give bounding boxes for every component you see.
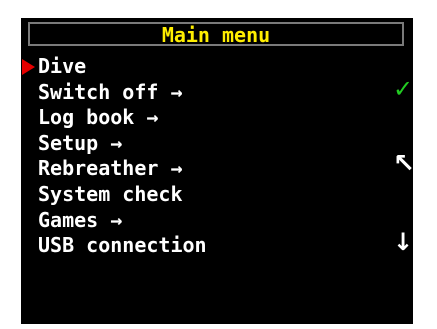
device-screen: Main menu Dive Switch off → Log book → S… xyxy=(21,18,413,324)
menu-item-system-check[interactable]: System check xyxy=(21,182,361,208)
next-button[interactable]: ↓ xyxy=(393,226,413,258)
menu-item-log-book[interactable]: Log book → xyxy=(21,105,361,131)
menu-item-label: System check xyxy=(38,181,183,206)
menu-item-setup[interactable]: Setup → xyxy=(21,131,361,157)
back-button[interactable]: ↖ xyxy=(393,148,413,180)
menu-item-dive[interactable]: Dive xyxy=(21,54,361,80)
arrow-up-left-icon: ↖ xyxy=(393,149,413,179)
main-menu-list: Dive Switch off → Log book → Setup → Reb… xyxy=(21,54,361,259)
arrow-down-icon: ↓ xyxy=(393,228,413,256)
menu-item-games[interactable]: Games → xyxy=(21,208,361,234)
selection-cursor-icon xyxy=(22,59,35,75)
checkmark-icon: ✓ xyxy=(393,75,413,103)
menu-item-label: Rebreather → xyxy=(38,156,183,181)
menu-item-label: Dive xyxy=(38,54,87,78)
menu-item-usb-connection[interactable]: USB connection xyxy=(21,233,361,259)
menu-item-label: Games → xyxy=(38,207,123,232)
menu-item-label: Log book → xyxy=(38,105,159,130)
menu-item-label: USB connection xyxy=(38,233,207,258)
confirm-button[interactable]: ✓ xyxy=(393,73,413,105)
menu-item-rebreather[interactable]: Rebreather → xyxy=(21,156,361,182)
menu-item-label: Setup → xyxy=(38,130,123,155)
menu-item-switch-off[interactable]: Switch off → xyxy=(21,80,361,106)
menu-item-label: Switch off → xyxy=(38,79,183,104)
page-title: Main menu xyxy=(161,23,271,47)
title-bar: Main menu xyxy=(28,22,404,46)
